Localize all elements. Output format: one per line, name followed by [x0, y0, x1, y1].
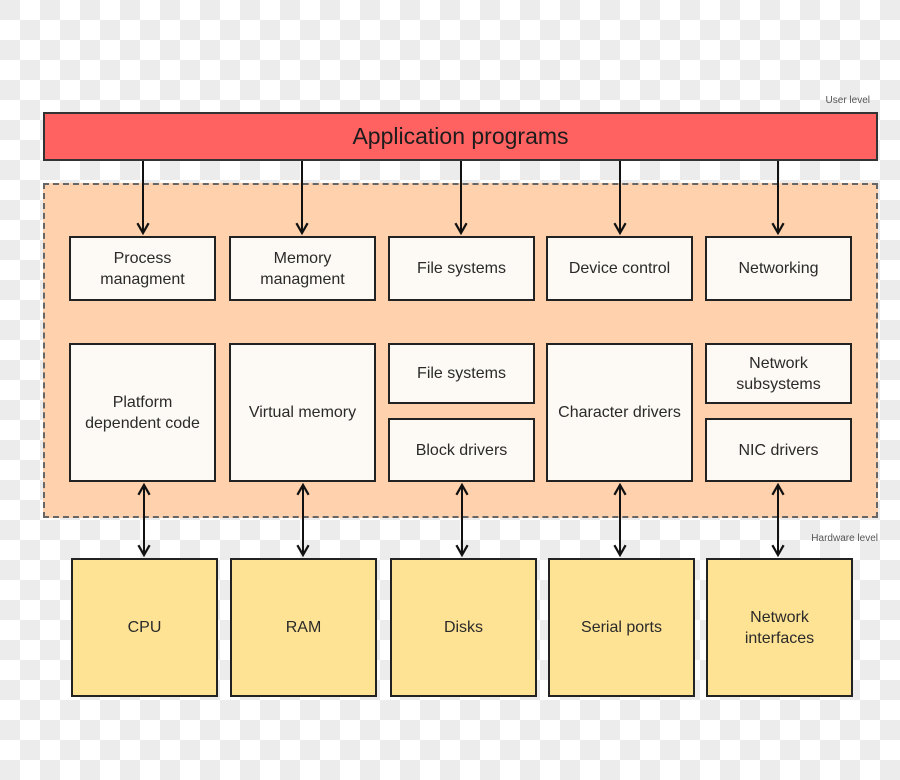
connector-arrows: [136, 161, 785, 558]
